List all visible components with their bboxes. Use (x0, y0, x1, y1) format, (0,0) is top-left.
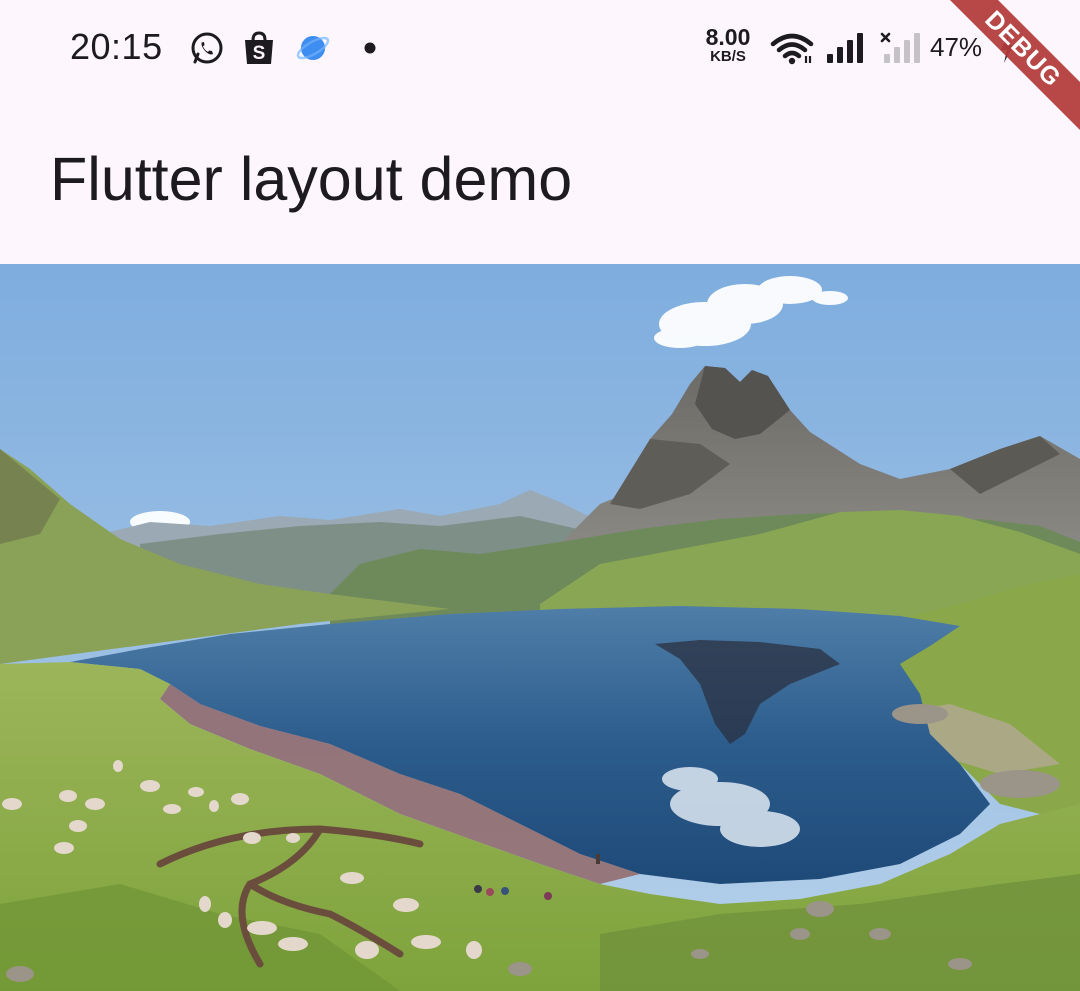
more-dot-icon (362, 30, 378, 66)
whatsapp-icon (189, 30, 225, 66)
hero-landscape-image (0, 264, 1080, 991)
status-bar: 20:15 S 8.00 KB/S 47% (0, 0, 1080, 100)
battery-percent: 47% (930, 32, 983, 62)
wifi-icon (770, 30, 814, 66)
shopee-icon: S (242, 30, 278, 66)
browser-icon (295, 30, 331, 66)
app-bar-title: Flutter layout demo (50, 145, 573, 213)
signal-no-service-icon (880, 30, 924, 66)
landscape-illustration (0, 264, 1080, 991)
app-bar: Flutter layout demo (0, 100, 1080, 264)
net-speed-unit: KB/S (710, 48, 746, 65)
status-time: 20:15 (70, 26, 163, 67)
svg-text:S: S (253, 43, 266, 64)
net-speed-value: 8.00 (705, 24, 751, 50)
net-speed-indicator: 8.00 KB/S (700, 24, 756, 65)
screen: 20:15 S 8.00 KB/S 47% DEBUG Flutter layo… (0, 0, 1080, 991)
signal-strength-icon (825, 30, 867, 66)
